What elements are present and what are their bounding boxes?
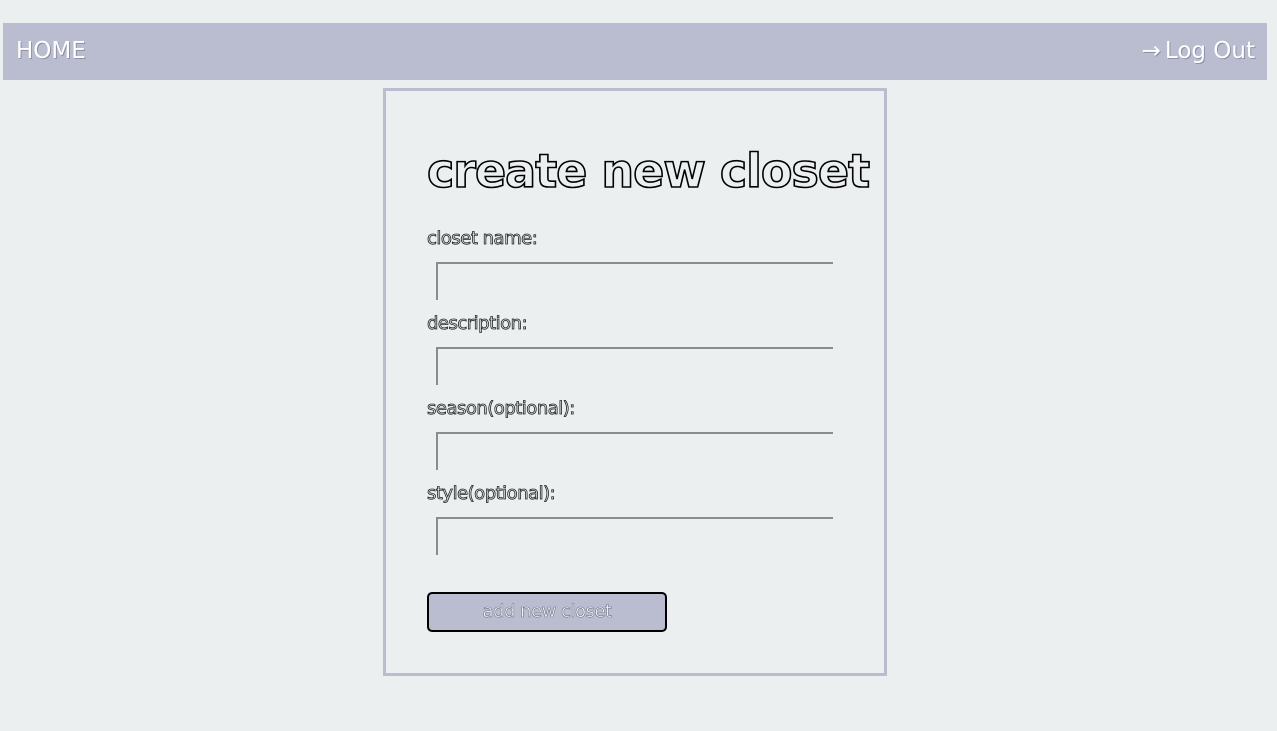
closet-name-input[interactable]	[436, 262, 833, 300]
logout-label: Log Out	[1164, 38, 1255, 64]
create-closet-form: create new closet closet name: descripti…	[383, 88, 887, 676]
form-title: create new closet	[426, 143, 871, 199]
home-link[interactable]: HOME	[16, 36, 86, 66]
season-label: season(optional):	[427, 398, 576, 420]
navbar: HOME → Log Out	[3, 23, 1267, 80]
style-label: style(optional):	[427, 483, 557, 505]
season-input[interactable]	[436, 432, 833, 470]
logout-link[interactable]: → Log Out	[1142, 36, 1255, 66]
description-label: description:	[427, 313, 528, 335]
add-closet-button[interactable]: add new closet	[427, 592, 667, 632]
description-input[interactable]	[436, 347, 833, 385]
closet-name-label: closet name:	[427, 228, 539, 250]
logout-arrow-icon: →	[1141, 38, 1161, 64]
style-input[interactable]	[436, 517, 833, 555]
